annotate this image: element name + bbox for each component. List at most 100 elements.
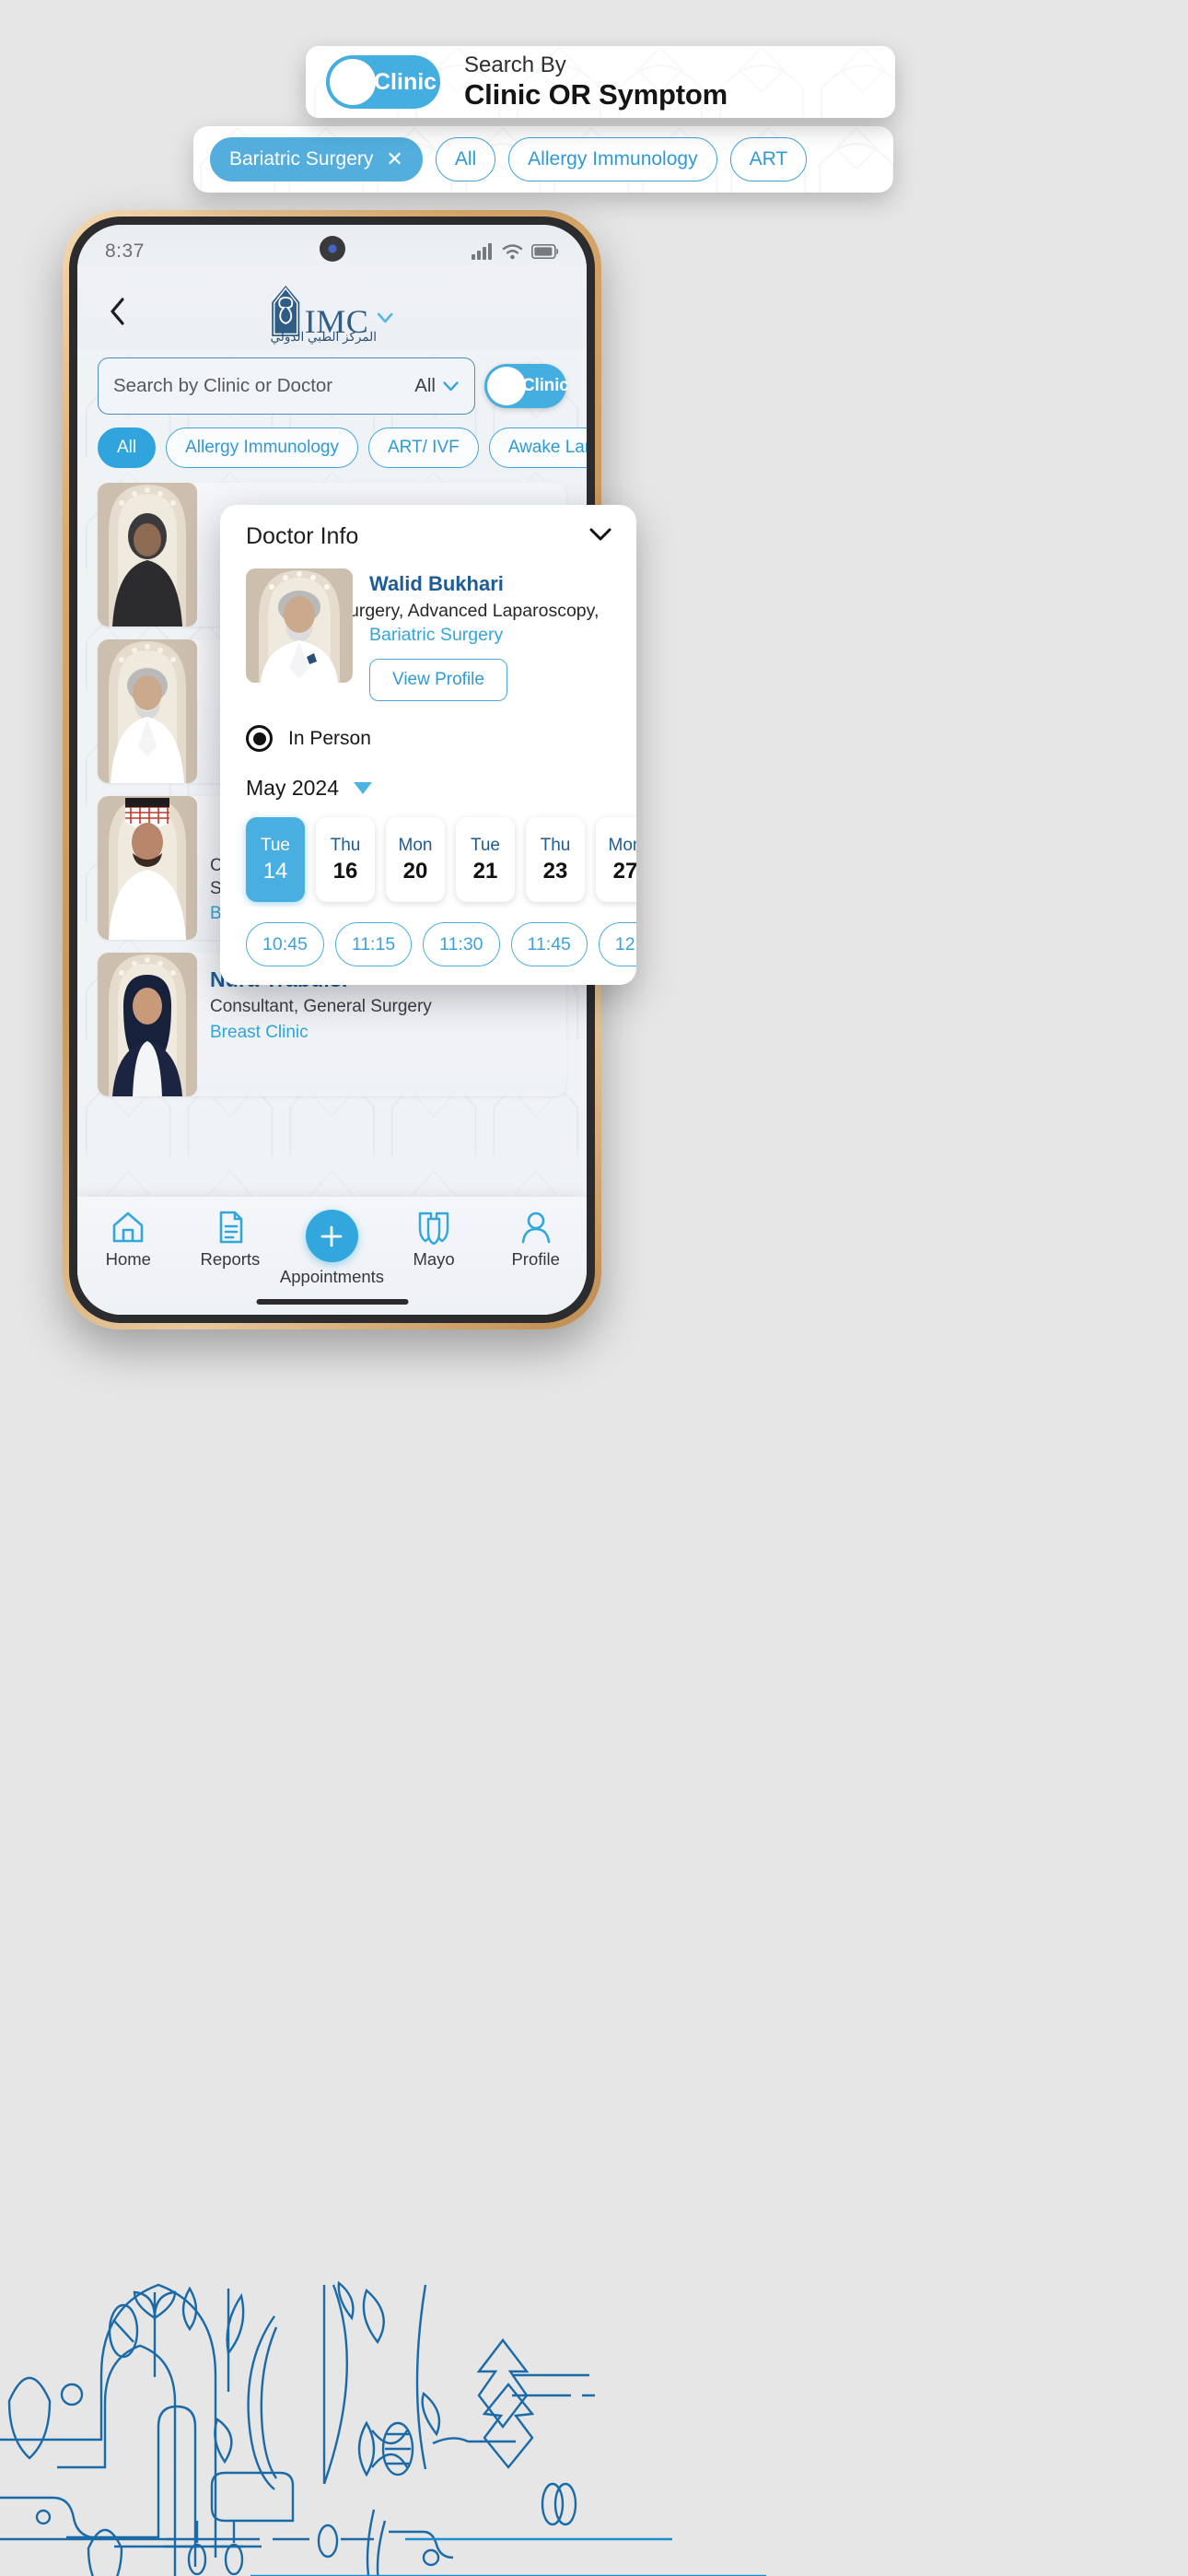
- callout-filter-chips: Bariatric Surgery ✕ All Allergy Immunolo…: [193, 126, 893, 193]
- appointment-mode-option[interactable]: In Person: [220, 725, 636, 752]
- nav-label: Appointments: [279, 1267, 385, 1286]
- app-header: IMC المركز الطبي الدولي: [77, 273, 587, 350]
- wifi-icon: [502, 244, 523, 260]
- doctor-title: Consultant, General Surgery: [210, 997, 432, 1016]
- specialty-filter-chips[interactable]: All Allergy Immunology ART/ IVF Awake La…: [77, 422, 587, 479]
- doctor-photo-3: [98, 796, 197, 940]
- filter-chip-all[interactable]: All: [98, 427, 157, 468]
- nav-item-profile[interactable]: Profile: [485, 1210, 587, 1270]
- filter-chip-awake-laryngeal[interactable]: Awake Laryngea: [488, 427, 587, 468]
- status-bar: 8:37: [77, 225, 587, 273]
- nav-item-appointments[interactable]: Appointments: [279, 1210, 385, 1287]
- date-card[interactable]: Thu 23: [526, 817, 585, 902]
- callout-search-by-line1: Search By: [464, 52, 566, 77]
- home-icon: [112, 1212, 144, 1243]
- modal-doctor-title: urgery, Advanced Laparoscopy,: [349, 601, 600, 621]
- date-card[interactable]: Mon 27: [596, 817, 636, 902]
- date-day: 27: [612, 858, 636, 884]
- date-selector[interactable]: Tue 14 Thu 16 Mon 20 Tue 21 Thu 23 Mon 2…: [220, 801, 636, 907]
- radio-inner-dot: [252, 732, 266, 745]
- date-dow: Thu: [330, 835, 361, 855]
- time-slot[interactable]: 11:15: [334, 922, 413, 966]
- callout-search-by-line2: Clinic OR Symptom: [464, 77, 728, 111]
- background-line-art: [0, 2280, 766, 2576]
- person-icon: [521, 1212, 550, 1244]
- date-day: 21: [472, 858, 498, 884]
- view-profile-button[interactable]: View Profile: [369, 659, 507, 701]
- doctor-photo-walid: [246, 568, 353, 683]
- mayo-shield-icon: [418, 1212, 449, 1245]
- toggle-label: Clinic: [374, 68, 437, 95]
- imc-logo[interactable]: IMC المركز الطبي الدولي: [270, 285, 395, 344]
- search-placeholder: Search by Clinic or Doctor: [113, 375, 333, 396]
- chevron-down-icon[interactable]: [376, 311, 394, 324]
- callout-search-by: Clinic Search By Clinic OR Symptom: [306, 46, 895, 118]
- front-camera-icon: [319, 236, 345, 262]
- modal-title: Doctor Info: [246, 523, 359, 549]
- date-card[interactable]: Tue 21: [456, 817, 515, 902]
- search-row: Search by Clinic or Doctor All Clinic: [77, 350, 587, 422]
- toggle-knob: [487, 367, 526, 405]
- plus-icon: [321, 1225, 343, 1247]
- callout-chip-allergy-immunology[interactable]: Allergy Immunology: [508, 137, 717, 181]
- callout-chip-art[interactable]: ART: [729, 137, 808, 181]
- time-slot-selector[interactable]: 10:45 11:15 11:30 11:45 12:00 12:15: [220, 907, 636, 966]
- month-label: May 2024: [246, 776, 340, 800]
- date-day: 14: [262, 858, 288, 884]
- clinic-symptom-toggle[interactable]: Clinic: [484, 364, 569, 408]
- date-dow: Thu: [540, 835, 571, 855]
- home-indicator: [256, 1299, 408, 1305]
- date-day: 16: [332, 858, 358, 884]
- modal-doctor-row: Walid Bukhari urgery, Advanced Laparosco…: [220, 568, 636, 701]
- time-slot[interactable]: 10:45: [246, 922, 324, 966]
- date-day: 23: [542, 858, 568, 884]
- nav-label: Home: [105, 1249, 151, 1269]
- date-dow: Mon: [398, 835, 433, 855]
- chevron-down-icon[interactable]: [442, 381, 460, 392]
- close-icon[interactable]: ✕: [386, 147, 402, 171]
- time-slot[interactable]: 12:00: [598, 922, 636, 966]
- modal-header: Doctor Info: [220, 523, 636, 550]
- date-dow: Tue: [260, 835, 291, 855]
- doctor-clinic: Breast Clinic: [210, 1022, 309, 1042]
- time-slot[interactable]: 11:30: [423, 922, 500, 966]
- doctor-photo-1: [98, 483, 197, 626]
- modal-doctor-clinic: Bariatric Surgery: [369, 625, 504, 645]
- callout-chip-label: Bariatric Surgery: [229, 148, 374, 170]
- filter-chip-allergy-immunology[interactable]: Allergy Immunology: [166, 427, 358, 468]
- callout-clinic-toggle[interactable]: Clinic: [326, 55, 440, 109]
- nav-label: Mayo: [413, 1249, 455, 1269]
- date-card[interactable]: Tue 14: [246, 817, 305, 902]
- date-dow: Tue: [470, 835, 501, 855]
- time-slot[interactable]: 11:45: [510, 922, 588, 966]
- nav-label: Profile: [511, 1249, 560, 1269]
- search-filter-value[interactable]: All: [414, 375, 436, 397]
- callout-text: Search By Clinic OR Symptom: [464, 53, 728, 112]
- nav-label: Reports: [200, 1249, 261, 1269]
- imc-logo-arabic: المركز الطبي الدولي: [270, 330, 378, 344]
- search-input[interactable]: Search by Clinic or Doctor All: [98, 357, 475, 415]
- chevron-down-icon[interactable]: [354, 782, 373, 794]
- in-person-radio[interactable]: [246, 725, 273, 752]
- date-card[interactable]: Mon 20: [386, 817, 445, 902]
- doctor-info-modal: Doctor Info Walid Bukhari urgery, Advanc…: [220, 505, 636, 985]
- status-icons: [472, 243, 559, 260]
- add-appointment-button[interactable]: [305, 1210, 358, 1262]
- toggle-knob: [330, 59, 376, 105]
- callout-chip-bariatric-surgery[interactable]: Bariatric Surgery ✕: [210, 137, 423, 181]
- month-selector[interactable]: May 2024: [220, 776, 636, 801]
- filter-chip-art-ivf[interactable]: ART/ IVF: [367, 427, 479, 468]
- back-chevron-icon[interactable]: [101, 296, 133, 327]
- callout-chip-all[interactable]: All: [435, 137, 496, 181]
- nav-item-home[interactable]: Home: [77, 1210, 179, 1270]
- doctor-photo-2: [98, 639, 197, 783]
- battery-icon: [531, 244, 559, 259]
- date-day: 20: [402, 858, 428, 884]
- date-dow: Mon: [608, 835, 636, 855]
- date-card[interactable]: Thu 16: [316, 817, 375, 902]
- modal-doctor-name[interactable]: Walid Bukhari: [369, 572, 612, 596]
- chevron-down-icon[interactable]: [588, 527, 612, 546]
- nav-item-reports[interactable]: Reports: [180, 1210, 281, 1270]
- nav-item-mayo[interactable]: Mayo: [383, 1210, 484, 1270]
- modal-doctor-info: Walid Bukhari urgery, Advanced Laparosco…: [349, 568, 612, 701]
